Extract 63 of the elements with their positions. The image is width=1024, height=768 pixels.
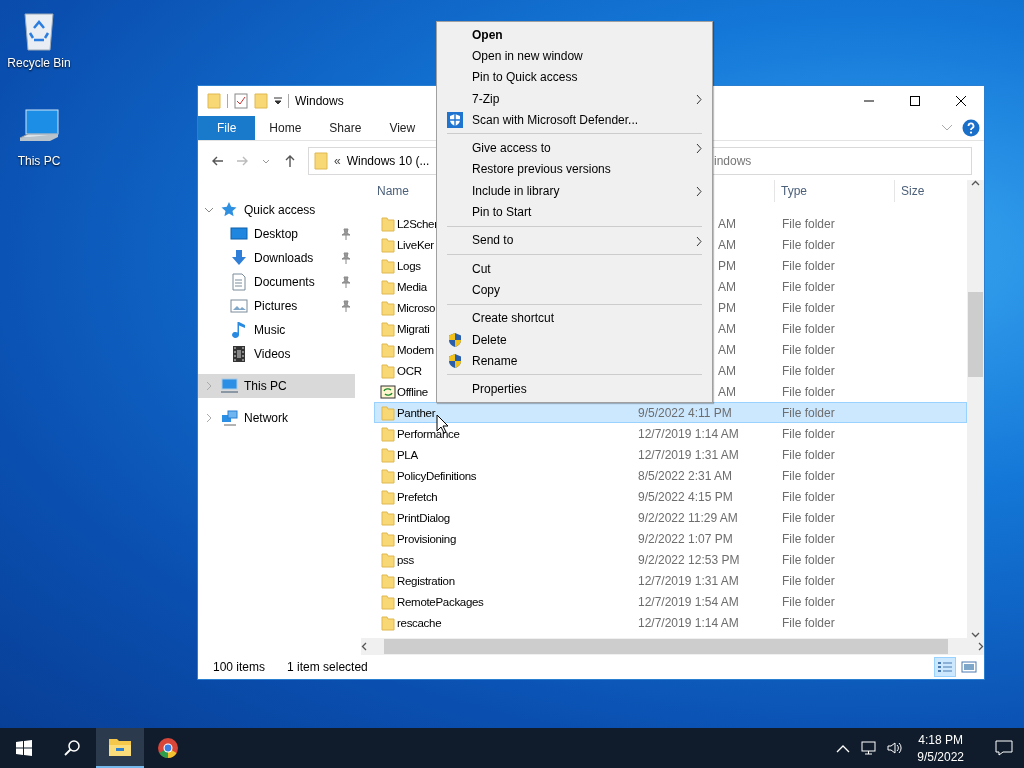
type-cell-text: File folder [781, 342, 836, 357]
date-cell-text: 9/2/2022 11:29 AM [637, 510, 739, 525]
type-cell-text: File folder [781, 573, 836, 588]
type-cell-text: File folder [781, 468, 836, 483]
type-cell-text: File folder [781, 552, 836, 567]
file-name: Migrati [397, 322, 430, 335]
file-name: PLA [397, 448, 418, 461]
date-cell-text: 9/2/2022 12:53 PM [637, 552, 741, 567]
date-cell-text: 12/7/2019 1:14 AM [637, 426, 740, 441]
date-cell-text: 12/7/2019 1:14 AM [637, 615, 740, 630]
date-cell-text: AM [717, 237, 737, 252]
type-cell-text: File folder [781, 279, 836, 294]
date-cell-text: 9/2/2022 1:07 PM [637, 531, 734, 546]
date-cell-text: AM [717, 279, 737, 294]
file-name: RemotePackages [397, 595, 484, 608]
file-name: Modem [397, 343, 434, 356]
file-name: Prefetch [397, 490, 438, 503]
date-cell-text: AM [717, 321, 737, 336]
file-name: Microso [397, 301, 436, 314]
date-cell-text: 12/7/2019 1:31 AM [637, 447, 740, 462]
type-cell-text: File folder [781, 426, 836, 441]
date-cell-text: AM [717, 384, 737, 399]
selection-count: 1 item selected [287, 660, 368, 674]
date-cell-text: AM [717, 342, 737, 357]
date-cell-text: PM [717, 300, 737, 315]
date-cell-text: PM [717, 258, 737, 273]
date-cell-text: 12/7/2019 1:54 AM [637, 594, 740, 609]
type-cell-text: File folder [781, 237, 836, 252]
type-cell-text: File folder [781, 258, 836, 273]
file-name: Panther [397, 406, 436, 419]
type-cell-text: File folder [781, 615, 836, 630]
type-cell-text: File folder [781, 363, 836, 378]
type-cell-text: File folder [781, 531, 836, 546]
type-cell-text: File folder [781, 321, 836, 336]
file-name: pss [397, 553, 414, 566]
item-count: 100 items [213, 660, 266, 674]
type-cell-text: File folder [781, 384, 836, 399]
type-cell-text: File folder [781, 594, 836, 609]
type-cell-text: File folder [781, 489, 836, 504]
type-cell-text: File folder [781, 216, 836, 231]
type-cell-text: File folder [781, 300, 836, 315]
file-name: L2Scher [397, 217, 438, 230]
date-cell-text: 8/5/2022 2:31 AM [637, 468, 734, 483]
date-cell-text: 9/5/2022 4:15 PM [637, 489, 734, 504]
window-title: Windows [295, 94, 344, 108]
file-name: Registration [397, 574, 455, 587]
file-name: PolicyDefinitions [397, 469, 477, 482]
file-name: LiveKer [397, 238, 434, 251]
file-name: OCR [397, 364, 422, 377]
date-cell-text: AM [717, 216, 737, 231]
file-name: Offline [397, 385, 428, 398]
type-cell-text: File folder [781, 405, 836, 420]
file-name: rescache [397, 616, 442, 629]
file-name: PrintDialog [397, 511, 450, 524]
date-cell-text: 12/7/2019 1:31 AM [637, 573, 740, 588]
file-name: Logs [397, 259, 421, 272]
file-name: Performance [397, 427, 460, 440]
file-name: Provisioning [397, 532, 457, 545]
file-name: Media [397, 280, 427, 293]
type-cell-text: File folder [781, 447, 836, 462]
date-cell-text: 9/5/2022 4:11 PM [637, 405, 733, 420]
type-cell-text: File folder [781, 510, 836, 525]
date-cell-text: AM [717, 363, 737, 378]
